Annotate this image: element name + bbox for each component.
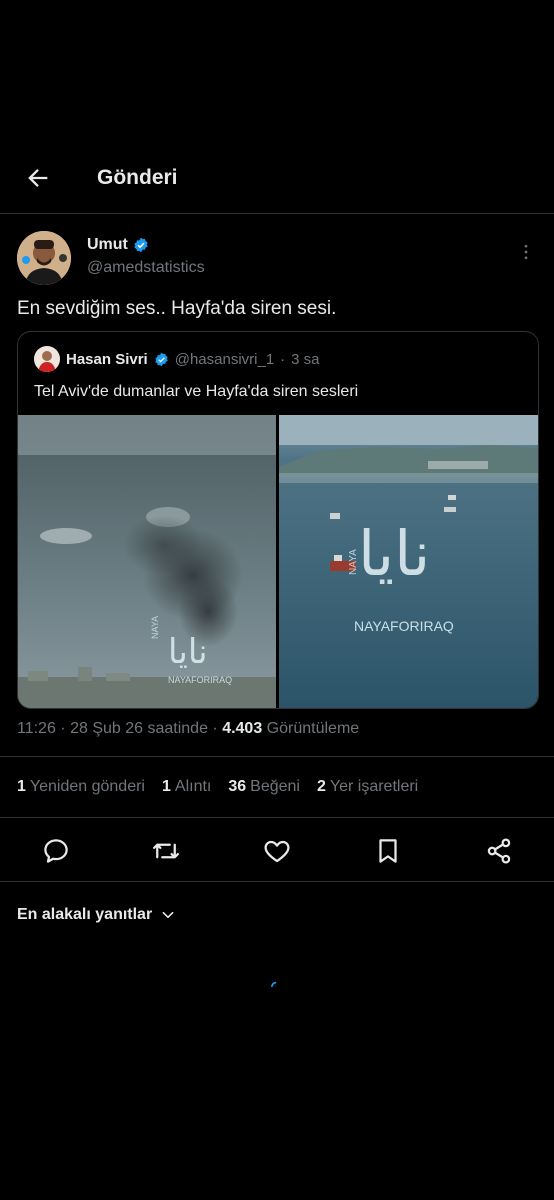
actions-divider bbox=[0, 881, 554, 882]
stat-bookmarks[interactable]: 2 Yer işaretleri bbox=[317, 778, 418, 796]
stats-divider bbox=[0, 817, 554, 818]
reply-icon[interactable] bbox=[41, 836, 71, 866]
loading-spinner-icon bbox=[271, 981, 277, 988]
views-count: 4.403 bbox=[222, 720, 263, 737]
quoted-tweet[interactable]: Hasan Sivri @hasansivri_1 · 3 sa Tel Avi… bbox=[17, 331, 539, 709]
svg-text:ﻧﺎﻳﺎ: ﻧﺎﻳﺎ bbox=[358, 517, 430, 590]
arrow-left-icon[interactable] bbox=[24, 164, 52, 192]
stat-reposts[interactable]: 1 Yeniden gönderi bbox=[17, 778, 145, 796]
retweet-icon[interactable] bbox=[151, 836, 181, 866]
watermark-text: NAYAFORIRAQ bbox=[354, 618, 454, 634]
tweet-meta: 11:26 · 28 Şub 26 saatinde · 4.403 Görün… bbox=[17, 720, 359, 738]
svg-text:ﻧﺎﻳﺎ: ﻧﺎﻳﺎ bbox=[168, 632, 208, 672]
quote-timestamp: 3 sa bbox=[291, 350, 320, 368]
tweet-text: En sevdiğim ses.. Hayfa'da siren sesi. bbox=[17, 298, 337, 319]
avatar[interactable] bbox=[17, 231, 71, 285]
header-divider bbox=[0, 213, 554, 214]
replies-sort-label: En alakalı yanıtlar bbox=[17, 906, 153, 923]
watermark-text: NAYAFORIRAQ bbox=[168, 675, 232, 685]
page-title: Gönderi bbox=[97, 166, 178, 189]
timestamp: 11:26 · 28 Şub 26 saatinde · bbox=[17, 720, 223, 737]
share-icon[interactable] bbox=[484, 836, 514, 866]
quote-text: Tel Aviv'de dumanlar ve Hayfa'da siren s… bbox=[34, 383, 359, 400]
svg-text:NAYA: NAYA bbox=[150, 616, 160, 639]
bookmark-icon[interactable] bbox=[373, 836, 403, 866]
quote-avatar[interactable] bbox=[34, 346, 60, 372]
top-bar: Gönderi bbox=[0, 150, 554, 212]
meta-divider bbox=[0, 756, 554, 757]
verified-badge-icon bbox=[134, 237, 148, 253]
separator-dot: · bbox=[280, 350, 286, 368]
like-icon[interactable] bbox=[262, 836, 292, 866]
stat-likes[interactable]: 36 Beğeni bbox=[228, 778, 300, 796]
quote-author-name: Hasan Sivri bbox=[66, 350, 148, 368]
views-label: Görüntüleme bbox=[262, 720, 360, 737]
author-handle[interactable]: @amedstatistics bbox=[87, 259, 205, 277]
quote-media[interactable]: NAYA ﻧﺎﻳﺎ NAYAFORIRAQ NAYA ﻧﺎﻳﺎ NAYAFORI… bbox=[18, 415, 538, 708]
stat-quotes[interactable]: 1 Alıntı bbox=[162, 778, 211, 796]
author-info: Umut @amedstatistics bbox=[87, 236, 205, 277]
quote-author-handle: @hasansivri_1 bbox=[174, 350, 275, 368]
chevron-down-icon bbox=[162, 911, 174, 919]
replies-sort-dropdown[interactable]: En alakalı yanıtlar bbox=[17, 906, 176, 924]
action-bar bbox=[0, 836, 554, 866]
engagement-stats: 1 Yeniden gönderi 1 Alıntı 36 Beğeni 2 Yer i… bbox=[17, 778, 418, 796]
more-options-icon[interactable] bbox=[516, 242, 536, 262]
quote-header: Hasan Sivri @hasansivri_1 · 3 sa bbox=[34, 346, 320, 372]
verified-badge-icon bbox=[155, 352, 168, 366]
author-name[interactable]: Umut bbox=[87, 236, 128, 254]
